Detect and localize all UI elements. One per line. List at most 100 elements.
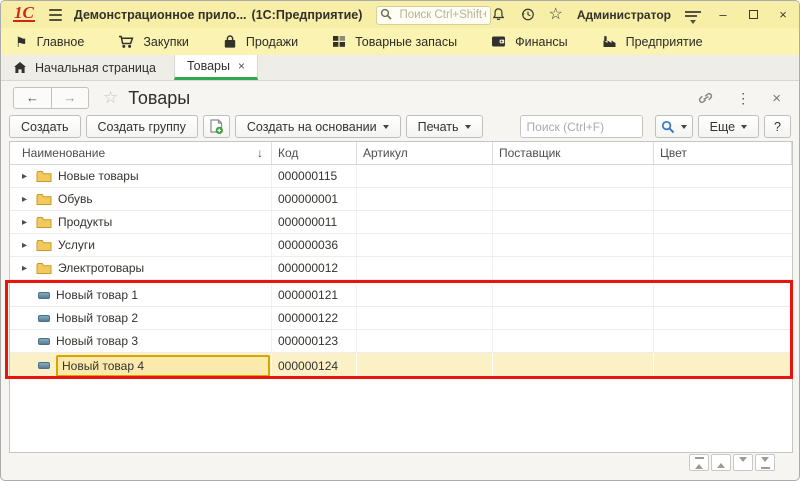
tab-tovary-label: Товары bbox=[187, 59, 230, 73]
expand-triangle-icon[interactable]: ▸ bbox=[22, 263, 34, 274]
menu-item-tovarnye-zapasy[interactable]: Товарные запасы bbox=[332, 35, 457, 49]
table-row-item[interactable]: Новый товар 3 000000123 bbox=[10, 330, 792, 353]
menu-label: Закупки bbox=[143, 35, 189, 49]
add-to-favorites-star-icon[interactable]: ☆ bbox=[103, 88, 118, 108]
chevron-down-icon bbox=[681, 125, 687, 132]
print-button[interactable]: Печать bbox=[406, 115, 483, 138]
bag-icon bbox=[223, 35, 237, 49]
close-page-icon[interactable]: × bbox=[772, 90, 781, 107]
item-icon bbox=[38, 315, 50, 322]
list-toolbar: Создать Создать группу Создать на основа… bbox=[1, 114, 799, 139]
column-header-article[interactable]: Артикул bbox=[357, 142, 493, 164]
folder-icon bbox=[36, 262, 52, 275]
page-header: ← → ☆ Товары ⋮ × bbox=[1, 85, 799, 111]
expand-triangle-icon[interactable]: ▸ bbox=[22, 171, 34, 182]
help-button[interactable]: ? bbox=[764, 115, 791, 138]
page-title: Товары bbox=[128, 88, 190, 109]
chevron-down-icon bbox=[741, 125, 747, 132]
home-icon bbox=[13, 61, 27, 74]
more-button[interactable]: Еще bbox=[698, 115, 759, 138]
chevron-down-icon bbox=[465, 125, 471, 132]
folder-icon bbox=[36, 239, 52, 252]
menu-item-zakupki[interactable]: Закупки bbox=[118, 35, 189, 49]
copy-item-button[interactable] bbox=[203, 115, 230, 138]
tab-home-label: Начальная страница bbox=[35, 61, 156, 75]
sections-menubar: ⚑ Главное Закупки Продажи Товарные запас… bbox=[1, 28, 799, 55]
column-header-name[interactable]: Наименование ↓ bbox=[10, 142, 272, 164]
create-button[interactable]: Создать bbox=[9, 115, 81, 138]
menu-label: Финансы bbox=[515, 35, 567, 49]
tab-tovary[interactable]: Товары × bbox=[174, 55, 258, 80]
factory-icon bbox=[602, 35, 617, 48]
items-table: Наименование ↓ Код Артикул Поставщик Цве… bbox=[9, 141, 793, 453]
chevron-down-icon bbox=[383, 125, 389, 132]
table-row-item-selected[interactable]: Новый товар 4 000000124 bbox=[10, 353, 792, 379]
item-icon bbox=[38, 292, 50, 299]
close-window-button[interactable]: × bbox=[775, 7, 791, 23]
wallet-icon bbox=[491, 35, 506, 48]
more-actions-dots-icon[interactable]: ⋮ bbox=[736, 90, 750, 107]
flag-icon: ⚑ bbox=[15, 35, 28, 49]
folder-icon bbox=[36, 216, 52, 229]
focused-cell[interactable]: Новый товар 4 bbox=[56, 355, 270, 377]
magnifier-icon bbox=[661, 120, 675, 134]
column-header-color[interactable]: Цвет bbox=[654, 142, 792, 164]
table-row-group[interactable]: ▸ Электротовары 000000012 bbox=[10, 257, 792, 280]
column-header-code[interactable]: Код bbox=[272, 142, 357, 164]
advanced-search-button[interactable] bbox=[655, 115, 693, 138]
expand-triangle-icon[interactable]: ▸ bbox=[22, 240, 34, 251]
table-row-group[interactable]: ▸ Новые товары 000000115 bbox=[10, 165, 792, 188]
menu-item-predpriyatie[interactable]: Предприятие bbox=[602, 35, 703, 49]
notifications-bell-icon[interactable] bbox=[491, 7, 506, 22]
app-window: 1С Демонстрационное прило... (1С:Предпри… bbox=[0, 0, 800, 481]
back-button[interactable]: ← bbox=[14, 88, 51, 108]
menu-item-prodazhi[interactable]: Продажи bbox=[223, 35, 298, 49]
table-row-item[interactable]: Новый товар 2 000000122 bbox=[10, 307, 792, 330]
menu-label: Товарные запасы bbox=[355, 35, 457, 49]
create-group-button[interactable]: Создать группу bbox=[86, 115, 198, 138]
item-icon bbox=[38, 362, 50, 369]
menu-item-glavnoe[interactable]: ⚑ Главное bbox=[15, 35, 84, 49]
table-header-row: Наименование ↓ Код Артикул Поставщик Цве… bbox=[10, 142, 792, 165]
search-icon bbox=[380, 8, 392, 20]
current-user[interactable]: Администратор bbox=[577, 8, 671, 22]
forward-button[interactable]: → bbox=[51, 88, 88, 108]
app-product-name: (1С:Предприятие) bbox=[252, 8, 363, 22]
open-windows-tabbar: Начальная страница Товары × bbox=[1, 55, 799, 81]
titlebar-right: ☆ Администратор – × bbox=[491, 7, 791, 23]
folder-icon bbox=[36, 193, 52, 206]
favorites-star-icon[interactable]: ☆ bbox=[549, 8, 563, 22]
create-based-on-button[interactable]: Создать на основании bbox=[235, 115, 401, 138]
tab-close-icon[interactable]: × bbox=[238, 61, 245, 71]
get-link-icon[interactable] bbox=[698, 91, 714, 105]
cart-icon bbox=[118, 35, 134, 49]
global-search-input[interactable] bbox=[376, 6, 490, 25]
scroll-up-button[interactable] bbox=[711, 454, 731, 471]
sort-descending-icon: ↓ bbox=[257, 146, 263, 160]
minimize-button[interactable]: – bbox=[715, 7, 731, 23]
scroll-down-button[interactable] bbox=[733, 454, 753, 471]
item-icon bbox=[38, 338, 50, 345]
titlebar: 1С Демонстрационное прило... (1С:Предпри… bbox=[1, 1, 799, 28]
folder-icon bbox=[36, 170, 52, 183]
menu-label: Главное bbox=[37, 35, 85, 49]
table-row-item[interactable]: Новый товар 1 000000121 bbox=[10, 284, 792, 307]
scroll-to-top-button[interactable] bbox=[689, 454, 709, 471]
table-row-group[interactable]: ▸ Продукты 000000011 bbox=[10, 211, 792, 234]
main-menu-icon[interactable] bbox=[49, 9, 62, 21]
menu-label: Предприятие bbox=[626, 35, 703, 49]
list-scroll-nav bbox=[689, 454, 775, 471]
expand-triangle-icon[interactable]: ▸ bbox=[22, 194, 34, 205]
table-row-group[interactable]: ▸ Обувь 000000001 bbox=[10, 188, 792, 211]
table-row-group[interactable]: ▸ Услуги 000000036 bbox=[10, 234, 792, 257]
app-title: Демонстрационное прило... bbox=[74, 8, 247, 22]
column-header-supplier[interactable]: Поставщик bbox=[493, 142, 654, 164]
expand-triangle-icon[interactable]: ▸ bbox=[22, 217, 34, 228]
tab-home[interactable]: Начальная страница bbox=[9, 55, 174, 80]
history-clock-icon[interactable] bbox=[520, 7, 535, 22]
scroll-to-bottom-button[interactable] bbox=[755, 454, 775, 471]
list-search-input[interactable] bbox=[521, 116, 644, 137]
menu-item-finansy[interactable]: Финансы bbox=[491, 35, 567, 49]
maximize-button[interactable] bbox=[745, 7, 761, 23]
service-menu-icon[interactable] bbox=[685, 11, 701, 19]
